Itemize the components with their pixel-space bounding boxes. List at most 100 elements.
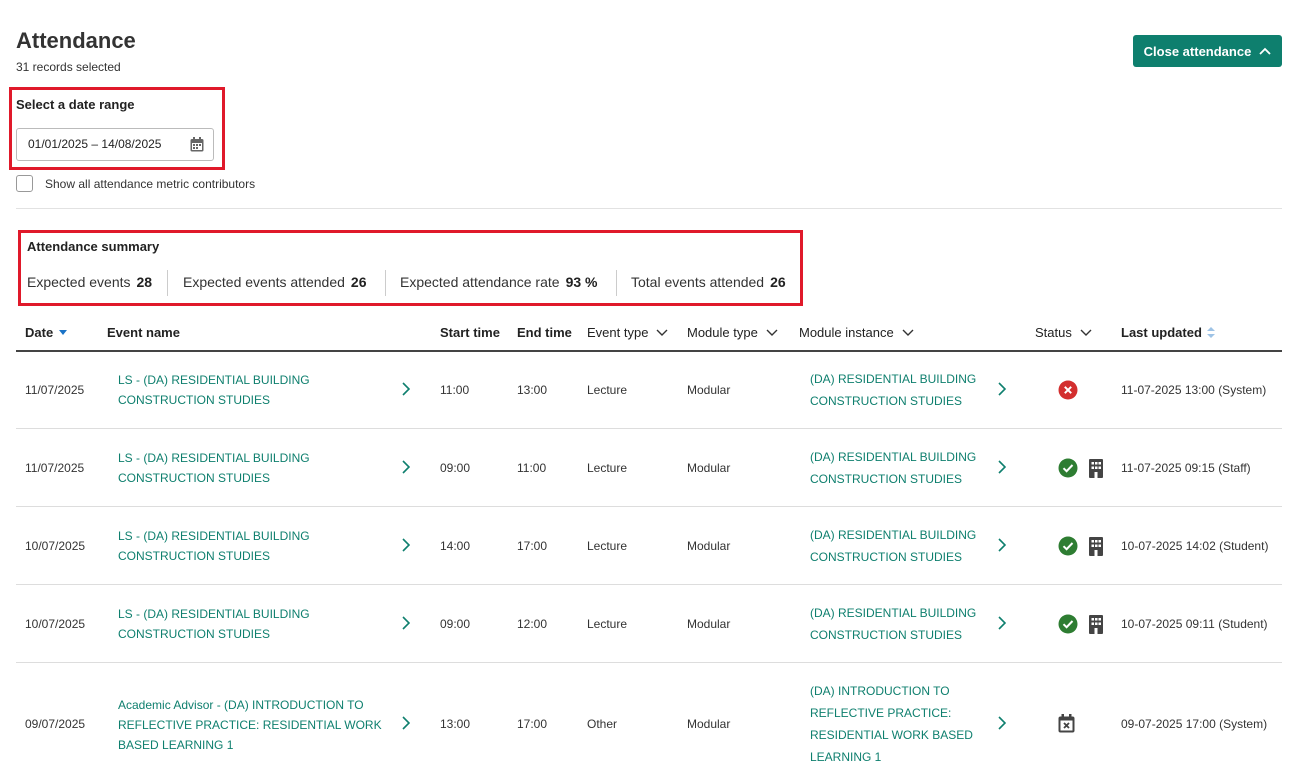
metric-label: Expected events xyxy=(27,274,131,290)
module-instance-link[interactable]: (DA) RESIDENTIAL BUILDING CONSTRUCTION S… xyxy=(810,602,976,646)
row-date: 09/07/2025 xyxy=(25,717,86,731)
module-instance-line: (DA) RESIDENTIAL BUILDING xyxy=(810,528,977,542)
row-date: 11/07/2025 xyxy=(25,461,85,475)
event-name-line: LS - (DA) RESIDENTIAL BUILDING xyxy=(118,373,310,387)
chevron-down-icon xyxy=(766,329,778,336)
row-start-time: 13:00 xyxy=(440,717,471,731)
column-header-event-type[interactable]: Event type xyxy=(587,325,668,340)
column-header-label: Last updated xyxy=(1121,325,1202,340)
column-header-start-time[interactable]: Start time xyxy=(440,325,500,340)
row-start-time: 11:00 xyxy=(440,383,470,397)
present-icon xyxy=(1058,614,1078,634)
chevron-right-icon[interactable] xyxy=(998,460,1006,474)
row-event-type: Lecture xyxy=(587,383,628,397)
metric-label: Expected events attended xyxy=(183,274,345,290)
module-instance-line: LEARNING 1 xyxy=(810,750,882,764)
building-icon xyxy=(1089,615,1103,634)
module-instance-link[interactable]: (DA) RESIDENTIAL BUILDING CONSTRUCTION S… xyxy=(810,524,976,568)
row-event-type: Other xyxy=(587,717,618,731)
event-name-line: BASED LEARNING 1 xyxy=(118,738,234,752)
metric-attendance-rate: Expected attendance rate 93 % xyxy=(400,274,597,290)
event-name-link[interactable]: LS - (DA) RESIDENTIAL BUILDING CONSTRUCT… xyxy=(118,526,310,566)
chevron-up-icon xyxy=(1259,47,1271,55)
row-end-time: 17:00 xyxy=(517,539,548,553)
chevron-down-icon xyxy=(902,329,914,336)
event-name-line: CONSTRUCTION STUDIES xyxy=(118,627,271,641)
module-instance-line: (DA) RESIDENTIAL BUILDING xyxy=(810,372,977,386)
chevron-right-icon[interactable] xyxy=(998,538,1006,552)
metric-total-attended: Total events attended 26 xyxy=(631,274,786,290)
event-name-link[interactable]: LS - (DA) RESIDENTIAL BUILDING CONSTRUCT… xyxy=(118,604,310,644)
row-date: 11/07/2025 xyxy=(25,383,85,397)
page-title: Attendance xyxy=(16,28,136,53)
records-selected-count: 31 records selected xyxy=(16,60,121,74)
event-name-line: CONSTRUCTION STUDIES xyxy=(118,549,271,563)
column-header-label: Module type xyxy=(687,325,758,340)
event-name-link[interactable]: LS - (DA) RESIDENTIAL BUILDING CONSTRUCT… xyxy=(118,370,310,410)
metric-separator xyxy=(616,270,617,296)
row-module-type: Modular xyxy=(687,461,731,475)
row-divider xyxy=(16,506,1282,507)
building-icon xyxy=(1089,537,1103,556)
column-header-last-updated[interactable]: Last updated xyxy=(1121,325,1215,340)
row-last-updated: 10-07-2025 14:02 (Student) xyxy=(1121,539,1269,553)
row-last-updated: 11-07-2025 13:00 (System) xyxy=(1121,383,1267,397)
row-event-type: Lecture xyxy=(587,539,628,553)
module-instance-line: (DA) INTRODUCTION TO xyxy=(810,684,950,698)
table-header-underline xyxy=(16,350,1282,352)
column-header-label: Event type xyxy=(587,325,649,340)
module-instance-link[interactable]: (DA) INTRODUCTION TO REFLECTIVE PRACTICE… xyxy=(810,680,973,768)
module-instance-link[interactable]: (DA) RESIDENTIAL BUILDING CONSTRUCTION S… xyxy=(810,446,976,490)
event-name-line: LS - (DA) RESIDENTIAL BUILDING xyxy=(118,451,310,465)
row-module-type: Modular xyxy=(687,539,731,553)
chevron-right-icon[interactable] xyxy=(402,538,410,552)
column-header-end-time[interactable]: End time xyxy=(517,325,572,340)
show-all-contributors-checkbox[interactable] xyxy=(16,175,33,192)
row-module-type: Modular xyxy=(687,617,731,631)
metric-value: 93 % xyxy=(565,274,598,290)
chevron-right-icon[interactable] xyxy=(402,382,410,396)
event-name-link[interactable]: Academic Advisor - (DA) INTRODUCTION TO … xyxy=(118,695,382,755)
metric-separator xyxy=(167,270,168,296)
row-divider xyxy=(16,662,1282,663)
metric-expected-events: Expected events 28 xyxy=(27,274,152,290)
module-instance-line: (DA) RESIDENTIAL BUILDING xyxy=(810,606,977,620)
event-name-line: CONSTRUCTION STUDIES xyxy=(118,471,271,485)
sort-icon xyxy=(1206,327,1215,338)
date-range-label: Select a date range xyxy=(16,97,135,112)
event-name-line: Academic Advisor - (DA) INTRODUCTION TO xyxy=(118,698,364,712)
chevron-right-icon[interactable] xyxy=(402,460,410,474)
chevron-right-icon[interactable] xyxy=(402,716,410,730)
module-instance-line: CONSTRUCTION STUDIES xyxy=(810,628,963,642)
event-name-link[interactable]: LS - (DA) RESIDENTIAL BUILDING CONSTRUCT… xyxy=(118,448,310,488)
module-instance-link[interactable]: (DA) RESIDENTIAL BUILDING CONSTRUCTION S… xyxy=(810,368,976,412)
calendar-icon[interactable] xyxy=(190,137,204,152)
metric-expected-attended: Expected events attended 26 xyxy=(183,274,366,290)
column-header-date[interactable]: Date xyxy=(25,325,68,340)
row-divider xyxy=(16,584,1282,585)
module-instance-line: RESIDENTIAL WORK BASED xyxy=(810,728,973,742)
chevron-right-icon[interactable] xyxy=(402,616,410,630)
metric-label: Total events attended xyxy=(631,274,765,290)
row-module-type: Modular xyxy=(687,717,731,731)
column-header-module-instance[interactable]: Module instance xyxy=(799,325,914,340)
date-range-value: 01/01/2025 – 14/08/2025 xyxy=(28,137,162,151)
row-last-updated: 11-07-2025 09:15 (Staff) xyxy=(1121,461,1251,475)
chevron-right-icon[interactable] xyxy=(998,382,1006,396)
column-header-status[interactable]: Status xyxy=(1035,325,1092,340)
row-event-type: Lecture xyxy=(587,461,628,475)
row-end-time: 12:00 xyxy=(517,617,548,631)
event-name-line: LS - (DA) RESIDENTIAL BUILDING xyxy=(118,529,310,543)
column-header-label: Status xyxy=(1035,325,1072,340)
column-header-module-type[interactable]: Module type xyxy=(687,325,778,340)
close-attendance-button[interactable]: Close attendance xyxy=(1133,35,1282,67)
row-last-updated: 10-07-2025 09:11 (Student) xyxy=(1121,617,1268,631)
chevron-right-icon[interactable] xyxy=(998,616,1006,630)
chevron-right-icon[interactable] xyxy=(998,716,1006,730)
metric-value: 26 xyxy=(350,274,367,290)
column-header-label: Date xyxy=(25,325,54,340)
row-date: 10/07/2025 xyxy=(25,539,86,553)
column-header-event-name[interactable]: Event name xyxy=(107,325,180,340)
metric-value: 26 xyxy=(770,274,786,290)
row-module-type: Modular xyxy=(687,383,731,397)
